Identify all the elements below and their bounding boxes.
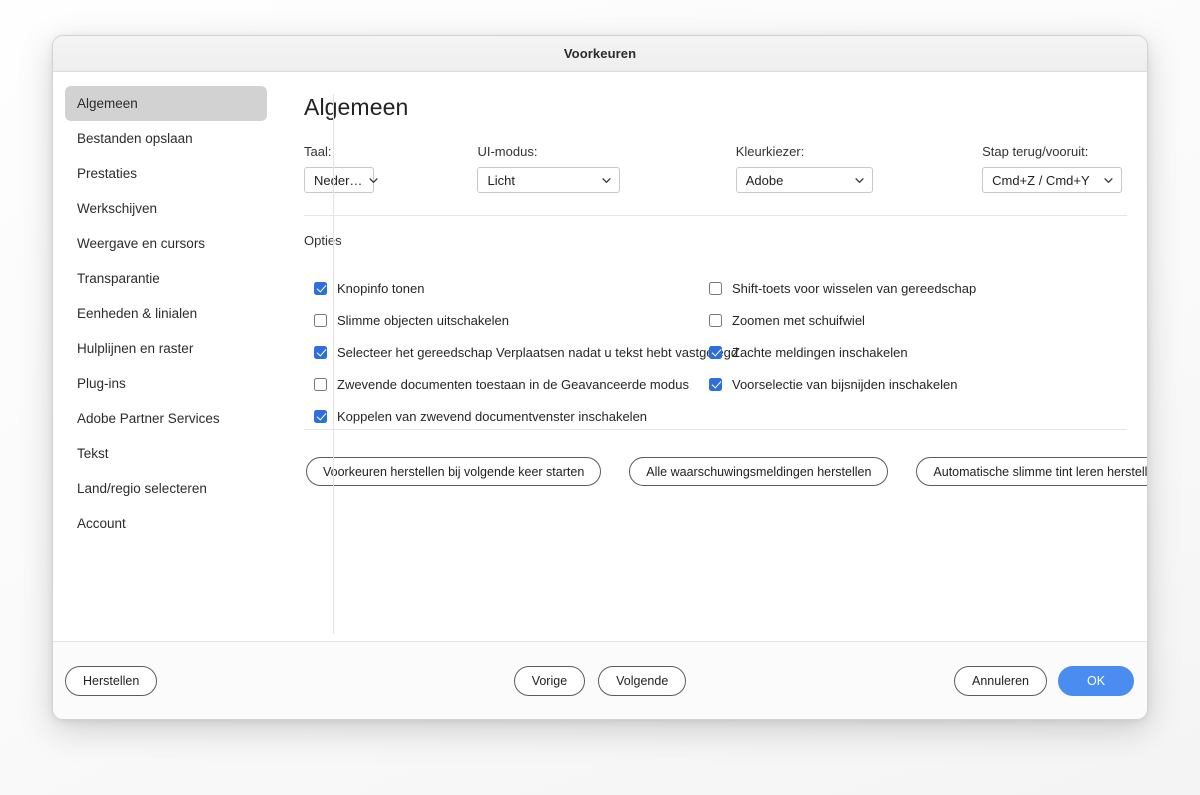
sidebar-item-prestaties[interactable]: Prestaties <box>65 156 267 191</box>
options-column-left: Knopinfo tonen Slimme objecten uitschake… <box>314 272 738 432</box>
sidebar-item-bestanden-opslaan[interactable]: Bestanden opslaan <box>65 121 267 156</box>
checkbox-zoomen-met-schuifwiel[interactable]: Zoomen met schuifwiel <box>709 304 976 336</box>
undo-redo-value: Cmd+Z / Cmd+Y <box>992 172 1090 188</box>
footer-right-group: Annuleren OK <box>954 665 1134 696</box>
sidebar-item-label: Werkschijven <box>77 201 158 216</box>
sidebar-item-tekst[interactable]: Tekst <box>65 436 267 471</box>
color-picker-group: Kleurkiezer: Adobe <box>735 144 982 193</box>
sidebar-item-label: Adobe Partner Services <box>77 411 220 426</box>
reset-all-warning-dialogs-button[interactable]: Alle waarschuwingsmeldingen herstellen <box>629 457 889 486</box>
checkbox-unchecked-icon <box>314 377 327 391</box>
reset-button-row: Voorkeuren herstellen bij volgende keer … <box>304 457 1147 486</box>
checkbox-label: Voorselectie van bijsnijden inschakelen <box>732 376 958 392</box>
checkbox-checked-icon <box>709 345 722 359</box>
checkbox-unchecked-icon <box>709 281 722 295</box>
checkbox-selecteer-verplaatsen-na-tekst[interactable]: Selecteer het gereedschap Verplaatsen na… <box>314 336 738 368</box>
language-group: Taal: Neder… <box>304 144 477 193</box>
color-picker-select[interactable]: Adobe <box>735 167 873 193</box>
checkbox-label: Knopinfo tonen <box>337 280 425 296</box>
screen: Voorkeuren Algemeen Bestanden opslaan Pr… <box>0 0 1200 795</box>
checkbox-zwevende-documenten-geavanceerde-modus[interactable]: Zwevende documenten toestaan in de Geava… <box>314 368 738 400</box>
ui-mode-value: Licht <box>487 172 515 188</box>
checkbox-label: Zachte meldingen inschakelen <box>732 344 908 360</box>
checkbox-checked-icon <box>709 377 722 391</box>
sidebar-item-weergave-en-cursors[interactable]: Weergave en cursors <box>65 226 267 261</box>
color-picker-value: Adobe <box>745 172 784 188</box>
sidebar-item-transparantie[interactable]: Transparantie <box>65 261 267 296</box>
sidebar-item-eenheden-linialen[interactable]: Eenheden & linialen <box>65 296 267 331</box>
language-label: Taal: <box>304 144 332 159</box>
options-checkbox-grid: Knopinfo tonen Slimme objecten uitschake… <box>304 272 1127 429</box>
checkbox-slimme-objecten-uitschakelen[interactable]: Slimme objecten uitschakelen <box>314 304 738 336</box>
settings-panel: Algemeen Taal: Neder… UI-modus: Licht Kl… <box>281 72 1147 641</box>
sidebar-item-hulplijnen-en-raster[interactable]: Hulplijnen en raster <box>65 331 267 366</box>
checkbox-label: Koppelen van zwevend documentvenster ins… <box>337 408 648 424</box>
language-value: Neder… <box>314 172 363 188</box>
options-column-right: Shift-toets voor wisselen van gereedscha… <box>709 272 976 400</box>
dialog-titlebar: Voorkeuren <box>53 36 1147 72</box>
color-picker-label: Kleurkiezer: <box>735 144 805 159</box>
reset-auto-smart-tone-learning-button[interactable]: Automatische slimme tint leren herstelle… <box>916 457 1147 486</box>
next-button[interactable]: Volgende <box>598 665 687 696</box>
dialog-title: Voorkeuren <box>563 46 637 61</box>
checkbox-checked-icon <box>314 345 327 359</box>
chevron-down-icon <box>1103 175 1114 186</box>
sidebar-item-adobe-partner-services[interactable]: Adobe Partner Services <box>65 401 267 436</box>
checkbox-koppelen-zwevend-documentvenster[interactable]: Koppelen van zwevend documentvenster ins… <box>314 400 738 432</box>
sidebar-item-label: Account <box>77 516 126 531</box>
chevron-down-icon <box>854 175 865 186</box>
checkbox-knopinfo-tonen[interactable]: Knopinfo tonen <box>314 272 738 304</box>
ui-mode-select[interactable]: Licht <box>477 167 621 193</box>
sidebar-item-label: Plug-ins <box>77 376 126 391</box>
undo-redo-label: Stap terug/vooruit: <box>982 144 1089 159</box>
sidebar-item-label: Transparantie <box>77 271 160 286</box>
chevron-down-icon <box>368 175 379 186</box>
preferences-dialog: Voorkeuren Algemeen Bestanden opslaan Pr… <box>52 35 1148 720</box>
sidebar-item-label: Prestaties <box>77 166 138 181</box>
sidebar-item-label: Weergave en cursors <box>77 236 206 251</box>
category-sidebar: Algemeen Bestanden opslaan Prestaties We… <box>53 72 281 641</box>
checkbox-unchecked-icon <box>314 313 327 327</box>
dialog-footer: Herstellen Vorige Volgende Annuleren OK <box>53 641 1147 719</box>
undo-redo-group: Stap terug/vooruit: Cmd+Z / Cmd+Y <box>982 144 1127 193</box>
sidebar-item-label: Eenheden & linialen <box>77 306 198 321</box>
checkbox-label: Selecteer het gereedschap Verplaatsen na… <box>337 344 739 360</box>
checkbox-label: Slimme objecten uitschakelen <box>337 312 509 328</box>
checkbox-label: Zoomen met schuifwiel <box>732 312 865 328</box>
language-select[interactable]: Neder… <box>304 167 379 193</box>
checkbox-zachte-meldingen-inschakelen[interactable]: Zachte meldingen inschakelen <box>709 336 976 368</box>
sidebar-item-account[interactable]: Account <box>65 506 267 541</box>
options-section-label: Opties <box>304 233 342 248</box>
chevron-down-icon <box>601 175 612 186</box>
sidebar-item-label: Bestanden opslaan <box>77 131 193 146</box>
checkbox-shift-toets-wisselen-gereedschap[interactable]: Shift-toets voor wisselen van gereedscha… <box>709 272 976 304</box>
select-row: Taal: Neder… UI-modus: Licht Kleurkiezer… <box>304 144 1127 193</box>
sidebar-item-label: Algemeen <box>77 96 138 111</box>
checkbox-voorselectie-bijsnijden-inschakelen[interactable]: Voorselectie van bijsnijden inschakelen <box>709 368 976 400</box>
checkbox-label: Zwevende documenten toestaan in de Geava… <box>337 376 689 392</box>
sidebar-item-label: Tekst <box>77 446 109 461</box>
ui-mode-group: UI-modus: Licht <box>477 144 735 193</box>
sidebar-item-algemeen[interactable]: Algemeen <box>65 86 267 121</box>
sidebar-item-plug-ins[interactable]: Plug-ins <box>65 366 267 401</box>
checkbox-label: Shift-toets voor wisselen van gereedscha… <box>732 280 977 296</box>
sidebar-item-label: Land/regio selecteren <box>77 481 207 496</box>
page-title: Algemeen <box>304 94 409 120</box>
sidebar-item-label: Hulplijnen en raster <box>77 341 194 356</box>
checkbox-checked-icon <box>314 281 327 295</box>
checkbox-checked-icon <box>314 409 327 423</box>
reset-preferences-on-next-launch-button[interactable]: Voorkeuren herstellen bij volgende keer … <box>306 457 602 486</box>
sidebar-item-land-regio-selecteren[interactable]: Land/regio selecteren <box>65 471 267 506</box>
divider-above-options <box>304 215 1127 216</box>
previous-button[interactable]: Vorige <box>513 665 586 696</box>
cancel-button[interactable]: Annuleren <box>954 665 1047 696</box>
sidebar-item-werkschijven[interactable]: Werkschijven <box>65 191 267 226</box>
ui-mode-label: UI-modus: <box>477 144 538 159</box>
dialog-body: Algemeen Bestanden opslaan Prestaties We… <box>53 72 1147 641</box>
checkbox-unchecked-icon <box>709 313 722 327</box>
undo-redo-select[interactable]: Cmd+Z / Cmd+Y <box>982 167 1123 193</box>
ok-button[interactable]: OK <box>1058 665 1134 696</box>
